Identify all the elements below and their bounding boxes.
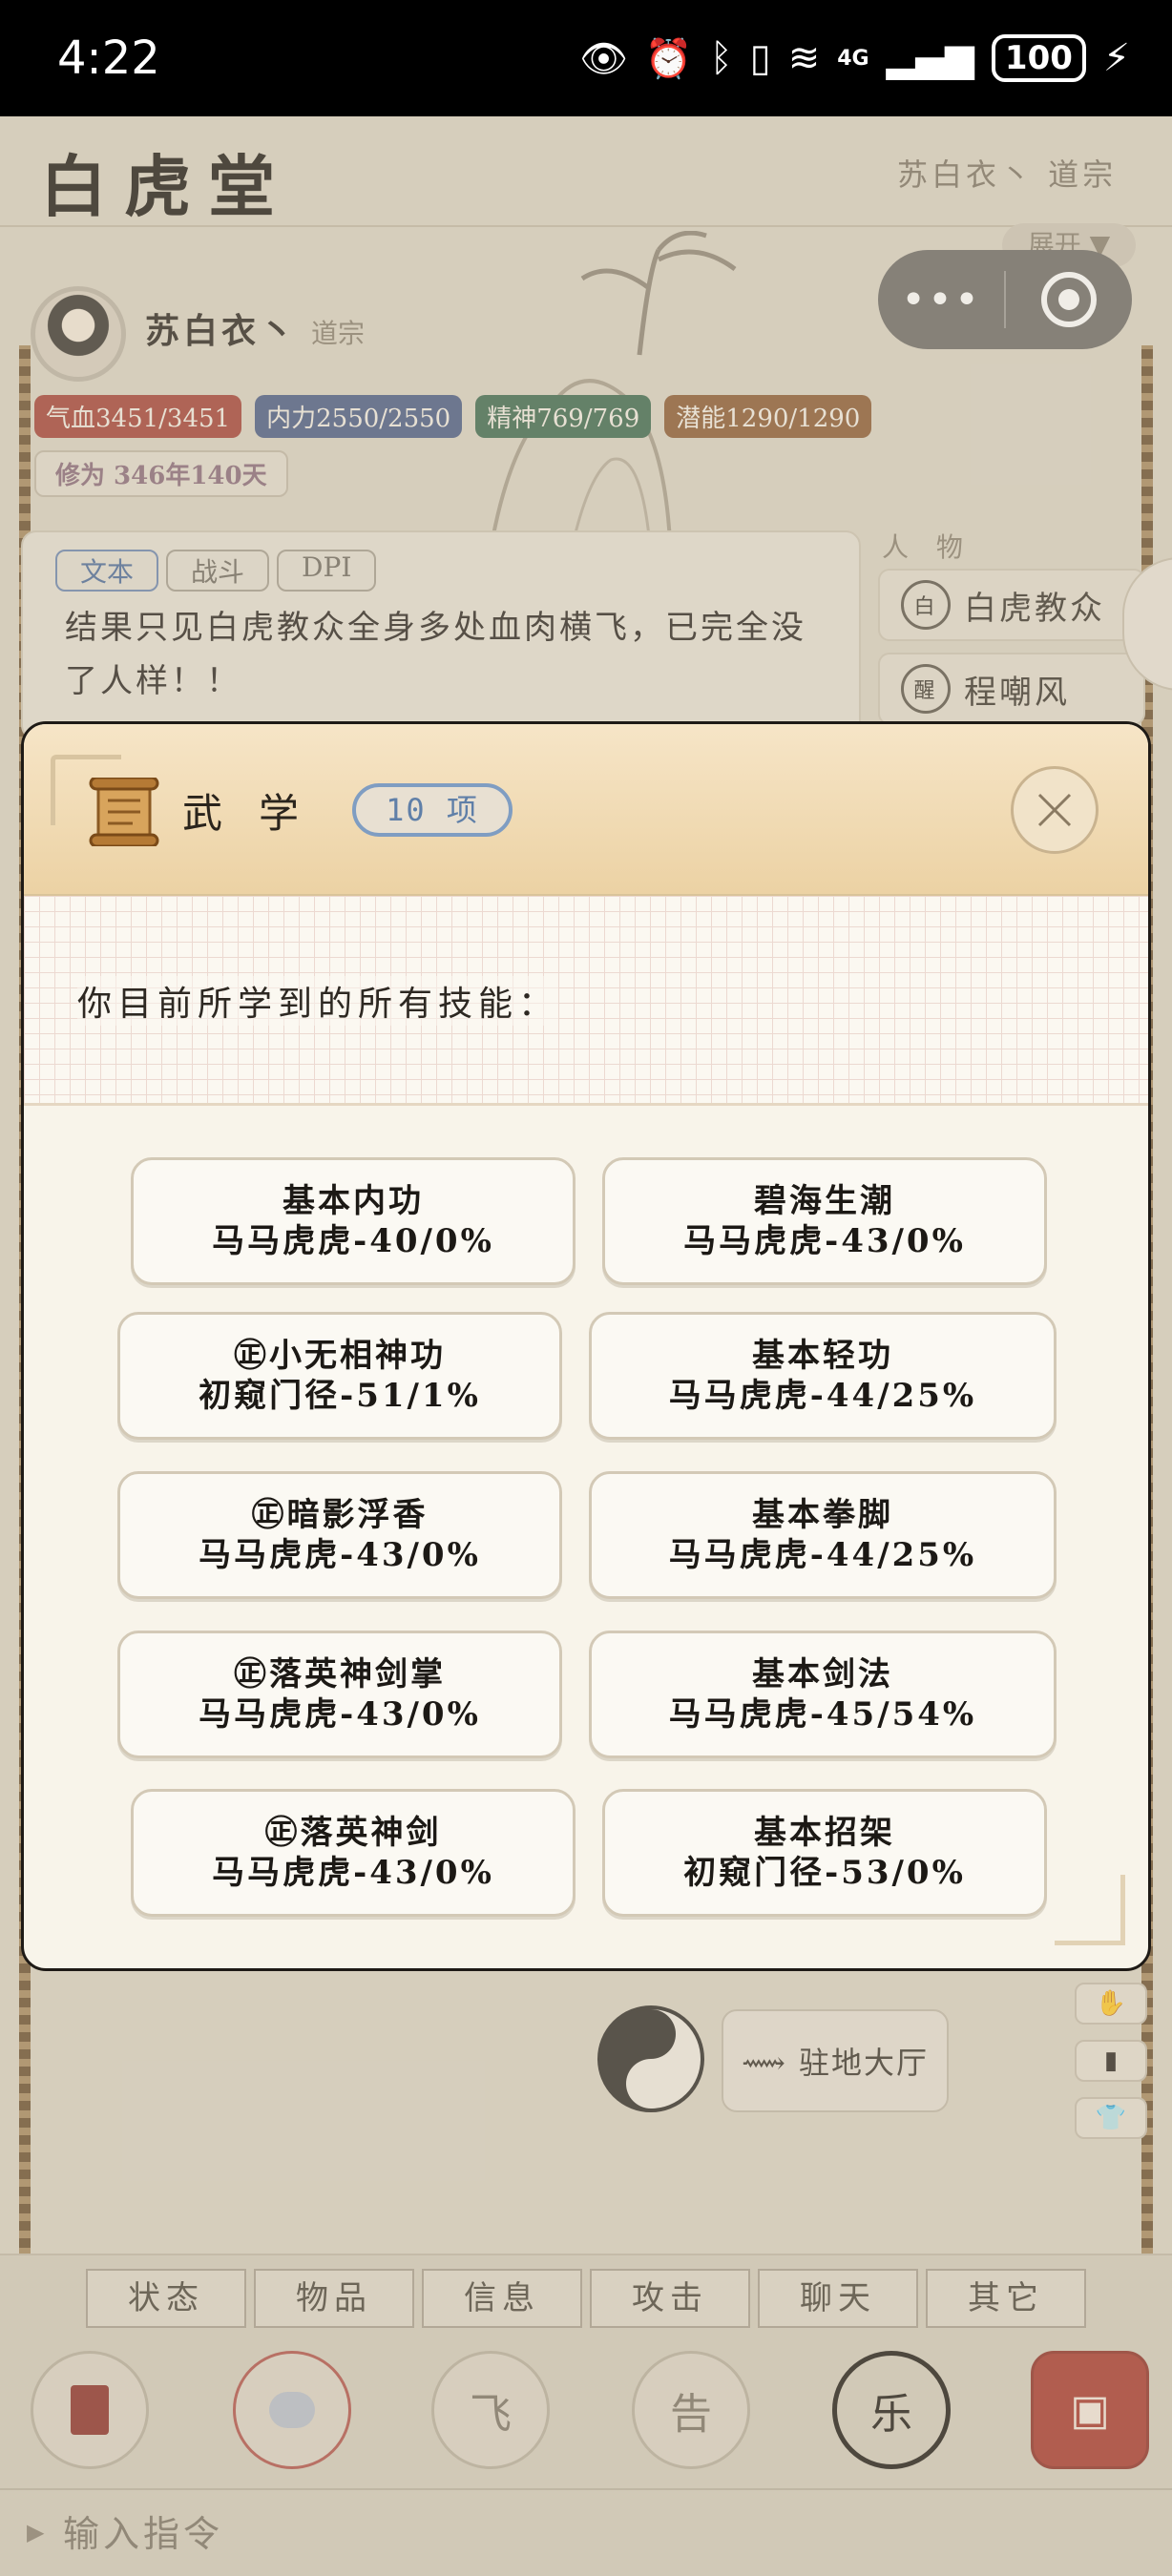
close-button[interactable] bbox=[1011, 766, 1099, 854]
skill-button[interactable]: ㊣落英神剑掌 马马虎虎-43/0% bbox=[117, 1631, 562, 1758]
skill-button[interactable]: 基本轻功 马马虎虎-44/25% bbox=[589, 1312, 1057, 1440]
bluetooth-icon: ᛒ bbox=[709, 36, 733, 80]
status-time: 4:22 bbox=[57, 31, 160, 85]
battery-indicator: 100 bbox=[991, 34, 1086, 82]
skill-button[interactable]: ㊣小无相神功 初窥门径-51/1% bbox=[117, 1312, 562, 1440]
signal-icon: ▂▄▆ bbox=[886, 36, 974, 80]
wifi-icon: ≋ bbox=[787, 36, 821, 80]
skill-button[interactable]: 基本招架 初窥门径-53/0% bbox=[602, 1789, 1047, 1917]
skill-button[interactable]: 基本拳脚 马马虎虎-44/25% bbox=[589, 1471, 1057, 1599]
skill-name: ㊣暗影浮香 bbox=[251, 1496, 429, 1534]
alarm-icon: ⏰ bbox=[644, 36, 693, 81]
skill-name: 基本拳脚 bbox=[752, 1496, 893, 1534]
charging-icon: ⚡ bbox=[1102, 36, 1130, 80]
status-icons: 👁 ⏰ ᛒ ▯ ≋ 4G ▂▄▆ 100 ⚡ bbox=[579, 34, 1130, 82]
status-bar: 4:22 👁 ⏰ ᛒ ▯ ≋ 4G ▂▄▆ 100 ⚡ bbox=[0, 0, 1172, 116]
modal-header: 武学 10 项 bbox=[24, 724, 1148, 896]
skill-detail: 初窥门径-53/0% bbox=[683, 1854, 966, 1892]
subtitle-area: 你目前所学到的所有技能： bbox=[24, 896, 1148, 1106]
skill-detail: 马马虎虎-45/54% bbox=[668, 1695, 977, 1734]
skill-name: 基本内功 bbox=[283, 1182, 424, 1220]
vibrate-icon: ▯ bbox=[749, 36, 771, 80]
skill-detail: 马马虎虎-44/25% bbox=[668, 1536, 977, 1574]
eye-icon: 👁 bbox=[579, 36, 628, 81]
corner-decoration bbox=[1055, 1875, 1125, 1945]
skill-detail: 马马虎虎-43/0% bbox=[199, 1695, 481, 1734]
modal-subtitle: 你目前所学到的所有技能： bbox=[77, 976, 559, 1026]
skill-name: 碧海生潮 bbox=[754, 1182, 895, 1220]
skill-detail: 马马虎虎-43/0% bbox=[683, 1222, 966, 1260]
skill-detail: 马马虎虎-40/0% bbox=[212, 1222, 494, 1260]
skill-grid: 基本内功 马马虎虎-40/0% 碧海生潮 马马虎虎-43/0% ㊣小无相神功 初… bbox=[24, 1106, 1148, 1968]
skill-detail: 马马虎虎-43/0% bbox=[199, 1536, 481, 1574]
skill-name: ㊣落英神剑掌 bbox=[234, 1655, 446, 1693]
scroll-icon bbox=[89, 778, 159, 846]
close-icon bbox=[1037, 793, 1072, 827]
modal-title: 武学 bbox=[182, 790, 336, 837]
skill-name: ㊣小无相神功 bbox=[234, 1337, 446, 1375]
skill-name: ㊣落英神剑 bbox=[264, 1814, 442, 1852]
skill-name: 基本轻功 bbox=[752, 1337, 893, 1375]
skill-detail: 初窥门径-51/1% bbox=[199, 1377, 481, 1415]
skill-button[interactable]: 基本内功 马马虎虎-40/0% bbox=[131, 1157, 576, 1285]
skill-button[interactable]: 基本剑法 马马虎虎-45/54% bbox=[589, 1631, 1057, 1758]
skill-count-badge: 10 项 bbox=[352, 783, 513, 837]
skills-modal: 武学 10 项 你目前所学到的所有技能： 基本内功 马马虎虎-40/0% 碧海生… bbox=[21, 721, 1151, 1971]
skill-name: 基本剑法 bbox=[752, 1655, 893, 1693]
skill-name: 基本招架 bbox=[754, 1814, 895, 1852]
network-label: 4G bbox=[837, 46, 869, 71]
skill-button[interactable]: ㊣暗影浮香 马马虎虎-43/0% bbox=[117, 1471, 562, 1599]
skill-detail: 马马虎虎-44/25% bbox=[668, 1377, 977, 1415]
skill-detail: 马马虎虎-43/0% bbox=[212, 1854, 494, 1892]
skill-button[interactable]: 碧海生潮 马马虎虎-43/0% bbox=[602, 1157, 1047, 1285]
skill-button[interactable]: ㊣落英神剑 马马虎虎-43/0% bbox=[131, 1789, 576, 1917]
